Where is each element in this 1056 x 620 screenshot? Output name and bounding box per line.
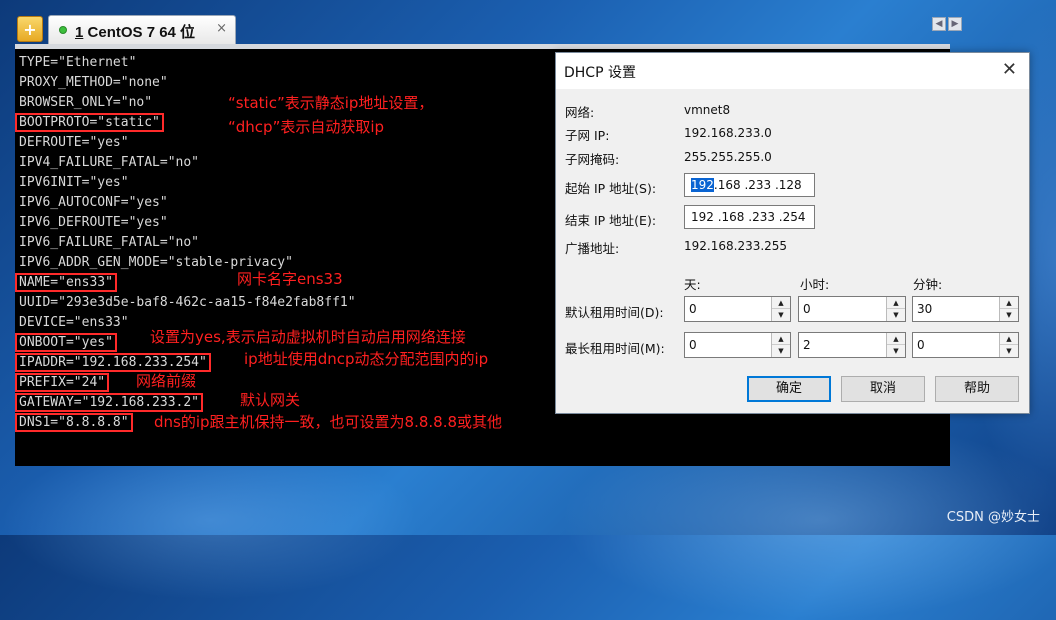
spin-down-icon[interactable]: ▼ bbox=[772, 345, 790, 357]
max-lease-days-spinner[interactable]: 0 ▲ ▼ bbox=[684, 332, 791, 358]
name-highlight: NAME="ens33" bbox=[15, 273, 117, 292]
bootproto-highlight: BOOTPROTO="static" bbox=[15, 113, 164, 132]
default-lease-days-value: 0 bbox=[689, 302, 697, 316]
max-lease-minutes-value: 0 bbox=[917, 338, 925, 352]
spin-down-icon[interactable]: ▼ bbox=[1000, 345, 1018, 357]
annotation-gateway: 默认网关 bbox=[240, 391, 301, 409]
config-line-prefix: PREFIX="24" bbox=[14, 373, 110, 392]
config-line: UUID="293e3d5e-baf8-462c-aa15-f84e2fab8f… bbox=[19, 295, 356, 310]
annotation-prefix: 网络前缀 bbox=[136, 372, 197, 390]
end-ip-label: 结束 IP 地址(E): bbox=[565, 213, 657, 228]
cancel-button[interactable]: 取消 bbox=[841, 376, 925, 402]
max-lease-hours-value: 2 bbox=[803, 338, 811, 352]
default-lease-hours-spinner[interactable]: 0 ▲ ▼ bbox=[798, 296, 906, 322]
csdn-watermark: CSDN @妙女士 bbox=[946, 510, 1040, 525]
spin-up-icon[interactable]: ▲ bbox=[772, 297, 790, 309]
config-line-gateway: GATEWAY="192.168.233.2" bbox=[14, 393, 204, 412]
config-line: IPV6_AUTOCONF="yes" bbox=[19, 195, 168, 210]
spin-up-icon[interactable]: ▲ bbox=[1000, 333, 1018, 345]
default-lease-hours-value: 0 bbox=[803, 302, 811, 316]
default-lease-label: 默认租用时间(D): bbox=[565, 305, 664, 320]
prefix-highlight: PREFIX="24" bbox=[14, 373, 110, 392]
spin-up-icon[interactable]: ▲ bbox=[772, 333, 790, 345]
close-icon[interactable]: ✕ bbox=[1002, 59, 1017, 80]
spin-down-icon[interactable]: ▼ bbox=[887, 309, 905, 321]
annotation-bootproto-static: “static”表示静态ip地址设置， bbox=[228, 94, 434, 112]
onboot-highlight: ONBOOT="yes" bbox=[15, 333, 117, 352]
ok-button[interactable]: 确定 bbox=[747, 376, 831, 402]
spin-down-icon[interactable]: ▼ bbox=[1000, 309, 1018, 321]
subnet-ip-value: 192.168.233.0 bbox=[684, 126, 772, 140]
subnet-ip-label: 子网 IP: bbox=[565, 128, 610, 143]
help-button[interactable]: 帮助 bbox=[935, 376, 1019, 402]
config-line: TYPE="Ethernet" bbox=[19, 55, 137, 70]
spin-down-icon[interactable]: ▼ bbox=[772, 309, 790, 321]
default-lease-minutes-spinner[interactable]: 30 ▲ ▼ bbox=[912, 296, 1019, 322]
start-ip-rest: .168 .233 .128 bbox=[713, 178, 802, 192]
spin-down-icon[interactable]: ▼ bbox=[887, 345, 905, 357]
tab-scroll-right-icon[interactable]: ▶ bbox=[948, 17, 962, 31]
tab-label: 1 CentOS 7 64 位 bbox=[75, 24, 196, 41]
max-lease-days-value: 0 bbox=[689, 338, 697, 352]
hours-column-label: 小时: bbox=[800, 277, 830, 292]
config-line: DEFROUTE="yes" bbox=[19, 135, 129, 150]
max-lease-hours-spinner[interactable]: 2 ▲ ▼ bbox=[798, 332, 906, 358]
home-tab-icon[interactable]: + bbox=[17, 16, 43, 42]
vm-tab-bar: + 1 CentOS 7 64 位 × ◀ ▶ bbox=[0, 0, 1056, 44]
start-ip-label: 起始 IP 地址(S): bbox=[565, 181, 657, 196]
annotation-onboot: 设置为yes,表示启动虚拟机时自动启用网络连接 bbox=[150, 328, 466, 346]
config-line: IPV6INIT="yes" bbox=[19, 175, 129, 190]
config-line: DEVICE="ens33" bbox=[19, 315, 129, 330]
dhcp-settings-dialog: DHCP 设置 ✕ 网络: vmnet8 子网 IP: 192.168.233.… bbox=[555, 52, 1030, 414]
config-line: PROXY_METHOD="none" bbox=[19, 75, 168, 90]
start-ip-field[interactable]: 192.168 .233 .128 bbox=[684, 173, 815, 197]
annotation-ipaddr: ip地址使用dncp动态分配范围内的ip bbox=[244, 350, 489, 368]
spin-up-icon[interactable]: ▲ bbox=[887, 297, 905, 309]
end-ip-field[interactable]: 192 .168 .233 .254 bbox=[684, 205, 815, 229]
subnet-mask-label: 子网掩码: bbox=[565, 152, 620, 167]
dns-highlight: DNS1="8.8.8.8" bbox=[15, 413, 133, 432]
tab-centos7[interactable]: 1 CentOS 7 64 位 × bbox=[48, 15, 236, 44]
config-line-name: NAME="ens33" bbox=[15, 273, 117, 292]
spin-up-icon[interactable]: ▲ bbox=[887, 333, 905, 345]
network-value: vmnet8 bbox=[684, 103, 731, 117]
default-lease-days-spinner[interactable]: 0 ▲ ▼ bbox=[684, 296, 791, 322]
config-line: IPV6_DEFROUTE="yes" bbox=[19, 215, 168, 230]
annotation-bootproto-dhcp: “dhcp”表示自动获取ip bbox=[228, 118, 385, 136]
config-line-bootproto: BOOTPROTO="static" bbox=[15, 113, 164, 132]
config-line: IPV4_FAILURE_FATAL="no" bbox=[19, 155, 200, 170]
network-label: 网络: bbox=[565, 105, 595, 120]
days-column-label: 天: bbox=[684, 277, 701, 292]
annotation-dns: dns的ip跟主机保持一致，也可设置为8.8.8.8或其他 bbox=[154, 413, 503, 431]
max-lease-label: 最长租用时间(M): bbox=[565, 341, 665, 356]
max-lease-minutes-spinner[interactable]: 0 ▲ ▼ bbox=[912, 332, 1019, 358]
gateway-highlight: GATEWAY="192.168.233.2" bbox=[14, 393, 204, 412]
config-line: IPV6_FAILURE_FATAL="no" bbox=[19, 235, 200, 250]
tab-scroll-left-icon[interactable]: ◀ bbox=[932, 17, 946, 31]
vm-running-status-icon bbox=[59, 26, 67, 34]
dialog-titlebar[interactable]: DHCP 设置 ✕ bbox=[556, 53, 1029, 89]
config-line: BROWSER_ONLY="no" bbox=[19, 95, 153, 110]
annotation-name: 网卡名字ens33 bbox=[237, 270, 343, 288]
ipaddr-highlight: IPADDR="192.168.233.254" bbox=[15, 353, 211, 372]
start-ip-selected-octet: 192 bbox=[691, 178, 714, 192]
close-tab-icon[interactable]: × bbox=[216, 21, 227, 36]
spin-up-icon[interactable]: ▲ bbox=[1000, 297, 1018, 309]
minutes-column-label: 分钟: bbox=[913, 277, 943, 292]
subnet-mask-value: 255.255.255.0 bbox=[684, 150, 772, 164]
config-line-onboot: ONBOOT="yes" bbox=[15, 333, 117, 352]
default-lease-minutes-value: 30 bbox=[917, 302, 933, 316]
config-line-dns: DNS1="8.8.8.8" bbox=[15, 413, 133, 432]
broadcast-label: 广播地址: bbox=[565, 241, 620, 256]
broadcast-value: 192.168.233.255 bbox=[684, 239, 788, 253]
dialog-title: DHCP 设置 bbox=[564, 65, 636, 81]
